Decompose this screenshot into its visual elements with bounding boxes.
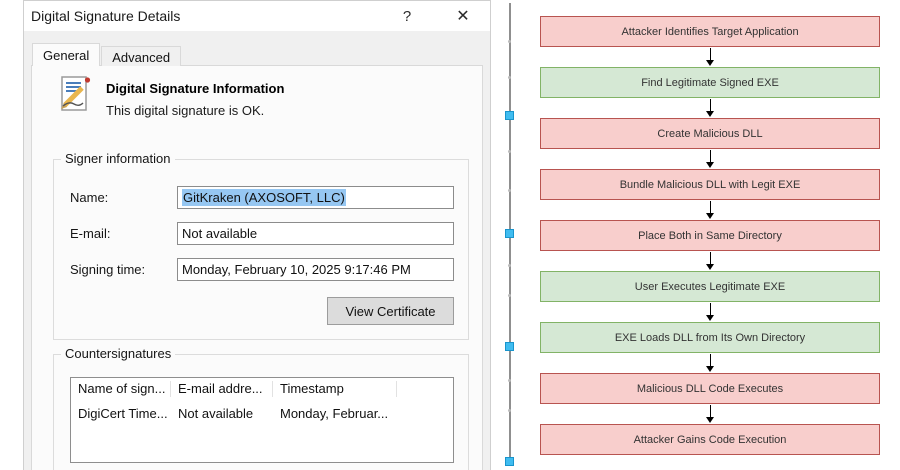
flow-step[interactable]: Attacker Identifies Target Application [540,16,880,47]
flow-step[interactable]: Malicious DLL Code Executes [540,373,880,404]
arrow-down-icon [540,302,880,322]
flow-step-label: Malicious DLL Code Executes [637,383,783,395]
tab-general[interactable]: General [32,43,100,66]
arrow-down-icon [540,98,880,118]
signature-status-text: This digital signature is OK. [106,103,264,118]
flow-step-label: Place Both in Same Directory [638,230,782,242]
column-header-name[interactable]: Name of sign... [71,381,171,397]
column-header-email[interactable]: E-mail addre... [171,381,273,397]
tab-strip: General Advanced [32,43,181,66]
flow-step-label: Find Legitimate Signed EXE [641,77,779,89]
help-icon[interactable]: ? [386,2,428,30]
name-value-selected-text: GitKraken (AXOSOFT, LLC) [182,189,346,206]
countersignatures-table: Name of sign... E-mail addre... Timestam… [70,377,454,463]
dialog-titlebar: Digital Signature Details ? ✕ [24,1,490,31]
edge-handle[interactable] [505,229,514,238]
flow-step[interactable]: EXE Loads DLL from Its Own Directory [540,322,880,353]
arrow-down-icon [540,200,880,220]
flow-step[interactable]: Bundle Malicious DLL with Legit EXE [540,169,880,200]
close-icon[interactable]: ✕ [442,2,484,30]
flow-step[interactable]: Create Malicious DLL [540,118,880,149]
flow-step[interactable]: Place Both in Same Directory [540,220,880,251]
edge-waypoint-dot [508,264,511,267]
dialog-title: Digital Signature Details [31,8,180,24]
flow-step-label: Create Malicious DLL [657,128,762,140]
edge-waypoint-dot [508,409,511,412]
digital-signature-details-dialog: Digital Signature Details ? ✕ General Ad… [23,0,491,470]
row-email-cell: Not available [171,406,273,421]
email-label: E-mail: [70,226,110,241]
flow-step[interactable]: User Executes Legitimate EXE [540,271,880,302]
arrow-down-icon [540,47,880,67]
screenshot-canvas: Digital Signature Details ? ✕ General Ad… [0,0,900,470]
email-field[interactable]: Not available [177,222,454,245]
edge-waypoint-dot [508,294,511,297]
row-name-cell: DigiCert Time... [71,406,171,421]
edge-waypoint-dot [508,189,511,192]
column-header-timestamp[interactable]: Timestamp [273,381,397,397]
row-timestamp-cell: Monday, Februar... [273,406,397,421]
edge-waypoint-dot [508,150,511,153]
flow-step[interactable]: Find Legitimate Signed EXE [540,67,880,98]
signing-time-label: Signing time: [70,262,145,277]
flow-step-label: Attacker Identifies Target Application [621,26,798,38]
name-field[interactable]: GitKraken (AXOSOFT, LLC) [177,186,454,209]
arrow-down-icon [540,404,880,424]
countersignatures-label: Countersignatures [61,346,175,361]
signing-time-field[interactable]: Monday, February 10, 2025 9:17:46 PM [177,258,454,281]
signature-document-icon [56,75,94,113]
arrow-down-icon [540,251,880,271]
tab-advanced[interactable]: Advanced [101,46,181,66]
edge-waypoint-dot [508,76,511,79]
countersignatures-header: Name of sign... E-mail addre... Timestam… [71,378,453,400]
name-label: Name: [70,190,108,205]
table-row[interactable]: DigiCert Time... Not available Monday, F… [71,406,453,421]
arrow-down-icon [540,353,880,373]
edge-waypoint-dot [508,40,511,43]
countersignatures-group: Countersignatures Name of sign... E-mail… [53,354,469,470]
arrow-down-icon [540,149,880,169]
flow-step-label: Attacker Gains Code Execution [634,434,787,446]
edge-handle[interactable] [505,457,514,466]
flow-step-label: EXE Loads DLL from Its Own Directory [615,332,805,344]
attack-flowchart: Attacker Identifies Target Application F… [540,16,880,455]
column-header-filler [397,381,453,397]
signer-information-label: Signer information [61,151,175,166]
flow-step[interactable]: Attacker Gains Code Execution [540,424,880,455]
edge-handle[interactable] [505,111,514,120]
flow-step-label: User Executes Legitimate EXE [635,281,785,293]
edge-waypoint-dot [508,379,511,382]
view-certificate-button[interactable]: View Certificate [327,297,454,325]
signer-information-group: Signer information Name: GitKraken (AXOS… [53,159,469,340]
flow-step-label: Bundle Malicious DLL with Legit EXE [620,179,801,191]
info-heading: Digital Signature Information [106,81,284,96]
titlebar-buttons: ? ✕ [386,2,484,30]
general-tab-page: Digital Signature Information This digit… [31,65,483,470]
edge-handle[interactable] [505,342,514,351]
